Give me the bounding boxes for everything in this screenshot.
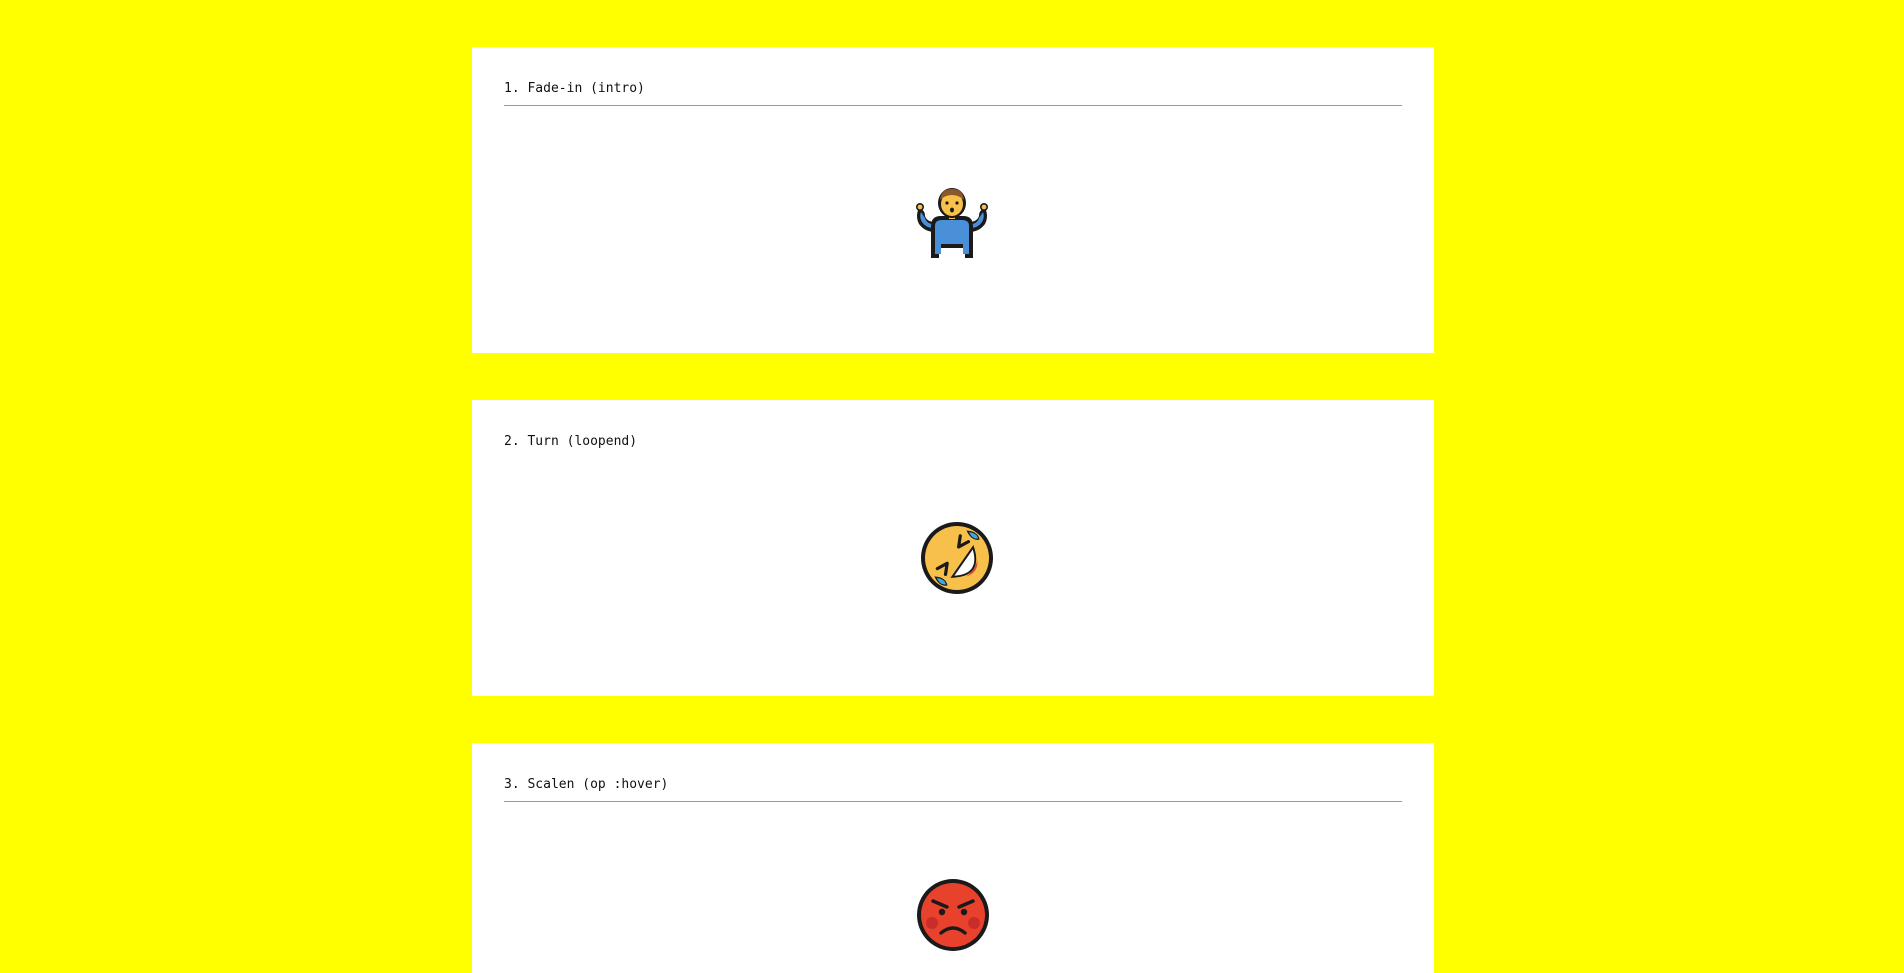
person-shrugging-icon[interactable] — [913, 186, 991, 260]
section-card-turn: 2. Turn (loopend) — [472, 400, 1434, 696]
rolling-on-floor-laughing-icon[interactable] — [919, 520, 995, 596]
section-title: 1. Fade-in (intro) — [504, 81, 645, 96]
section-card-scale: 3. Scalen (op :hover) — [472, 743, 1434, 973]
section-title: 3. Scalen (op :hover) — [504, 777, 669, 792]
section-card-fade-in: 1. Fade-in (intro) — [472, 47, 1434, 353]
section-title: 2. Turn (loopend) — [504, 434, 638, 449]
pouting-face-icon[interactable] — [915, 877, 991, 953]
section-divider — [504, 801, 1402, 802]
section-divider — [504, 105, 1402, 106]
